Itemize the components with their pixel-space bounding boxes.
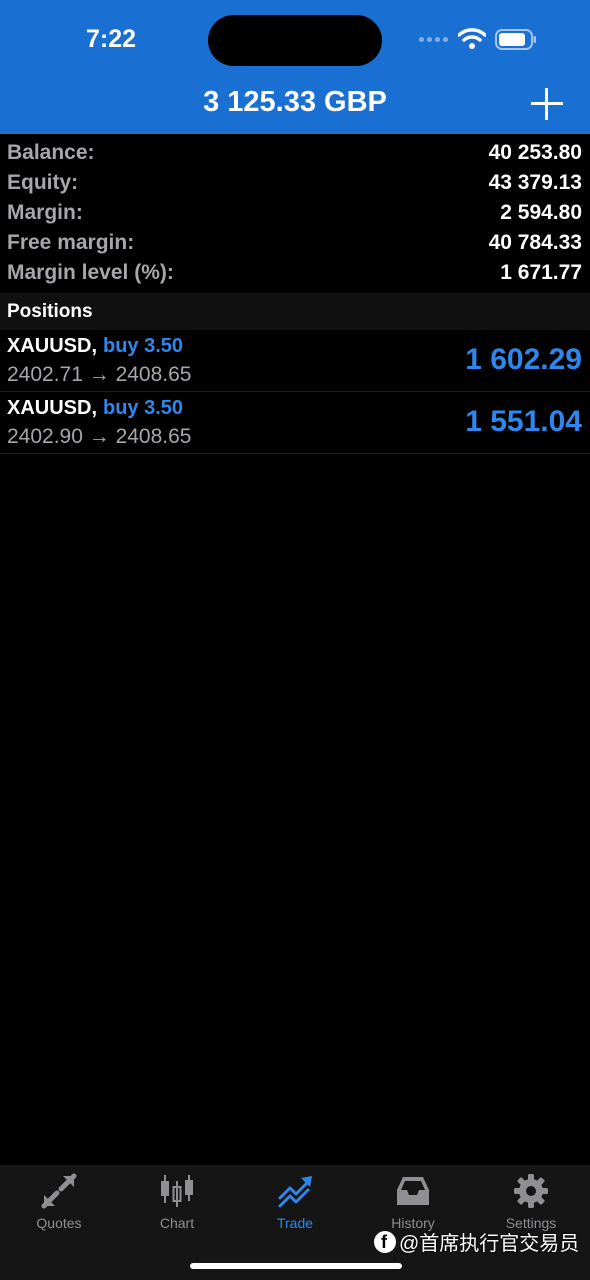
free-margin-label: Free margin: [7,231,135,254]
margin-level-label: Margin level (%): [7,261,174,284]
tab-chart-label: Chart [159,1215,195,1231]
candlestick-icon [161,1175,193,1207]
facebook-icon [374,1230,396,1253]
position-profit: 1 551.04 [465,405,582,438]
add-order-button[interactable] [531,88,563,120]
balance-value: 40 253.80 [488,141,582,164]
battery-icon [495,29,536,50]
cellular-signal-icon [419,37,448,42]
positions-list: XAUUSD, buy 3.50 2402.71 → 2408.65 1 602… [0,330,590,454]
positions-section-header: Positions [0,293,590,330]
position-profit: 1 602.29 [465,343,582,376]
tab-trade[interactable]: Trade [236,1165,354,1245]
position-symbol: XAUUSD, [7,335,98,357]
inbox-icon [397,1177,429,1205]
position-side: buy 3.50 [103,397,184,419]
position-row[interactable]: XAUUSD, buy 3.50 2402.71 → 2408.65 1 602… [0,330,590,392]
tab-quotes[interactable]: Quotes [0,1165,118,1245]
status-time: 7:22 [86,25,137,53]
equity-value: 43 379.13 [488,171,582,194]
equity-label: Equity: [7,171,79,194]
watermark-text: @首席执行官交易员 [399,1233,580,1255]
balance-row: Balance: 40 253.80 [0,138,590,168]
dynamic-island [208,15,382,66]
position-prices: 2402.71 → 2408.65 [7,363,192,386]
home-indicator[interactable] [190,1263,402,1269]
gear-icon [514,1174,548,1208]
position-prices: 2402.90 → 2408.65 [7,425,192,448]
balance-label: Balance: [7,141,95,164]
margin-level-row: Margin level (%): 1 671.77 [0,258,590,288]
app-header: 7:22 3 125.33 GBP [0,0,590,134]
watermark: @首席执行官交易员 [374,1227,579,1256]
position-row[interactable]: XAUUSD, buy 3.50 2402.90 → 2408.65 1 551… [0,392,590,454]
tab-quotes-label: Quotes [36,1215,82,1231]
wifi-icon [458,28,486,49]
position-symbol: XAUUSD, [7,397,98,419]
equity-row: Equity: 43 379.13 [0,168,590,198]
free-margin-value: 40 784.33 [488,231,582,254]
margin-row: Margin: 2 594.80 [0,198,590,228]
account-summary: Balance: 40 253.80 Equity: 43 379.13 Mar… [0,138,590,288]
margin-value: 2 594.80 [500,201,582,224]
position-side: buy 3.50 [103,335,184,357]
positions-title: Positions [7,301,93,322]
account-floating-profit: 3 125.33 GBP [203,86,387,118]
margin-level-value: 1 671.77 [500,261,582,284]
margin-label: Margin: [7,201,83,224]
free-margin-row: Free margin: 40 784.33 [0,228,590,258]
tab-chart[interactable]: Chart [118,1165,236,1245]
quotes-icon [41,1173,77,1209]
trend-icon [278,1176,312,1208]
tab-trade-label: Trade [276,1215,314,1231]
